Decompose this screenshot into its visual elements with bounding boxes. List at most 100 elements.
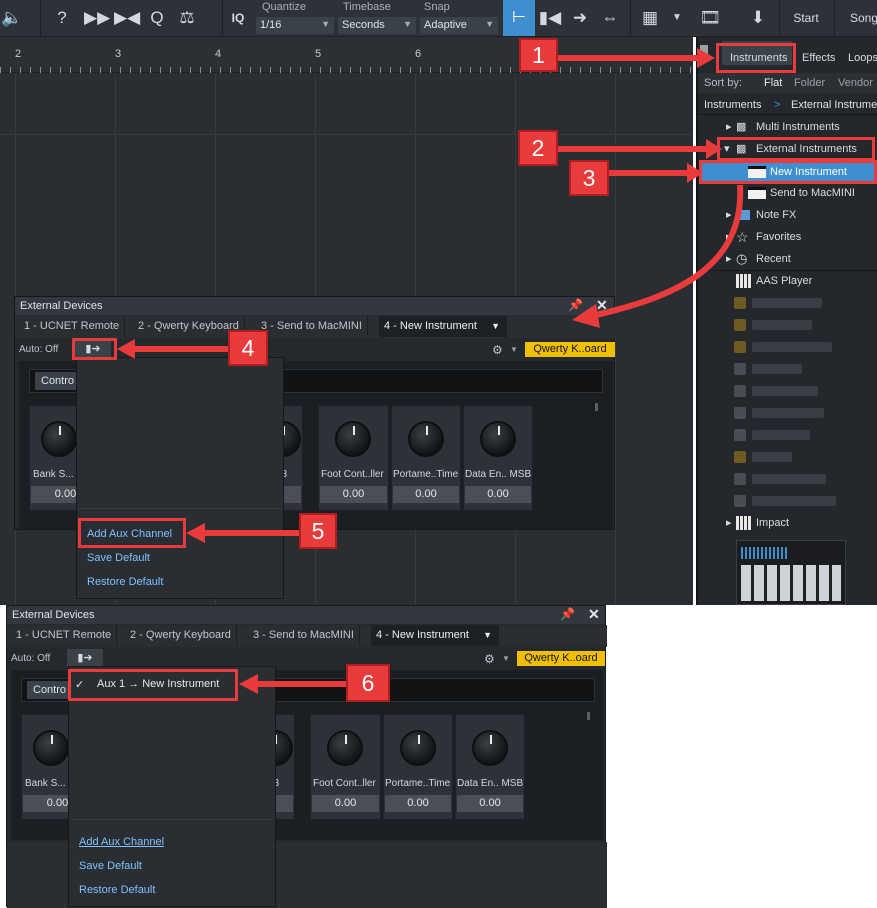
split-icon[interactable]: ⇔ (598, 6, 622, 30)
bend-marker-icon[interactable]: ▶◀ (114, 6, 140, 30)
knob[interactable] (472, 730, 508, 766)
main-toolbar: 🔈 ? ▶▶ ▶◀ Q ⚖ IQ Quantize 1/16 ▼ Timebase… (0, 0, 877, 37)
align-right-icon[interactable]: ➜ (568, 6, 592, 30)
scrollbar[interactable] (587, 712, 590, 720)
knob[interactable] (408, 421, 444, 457)
tab-label: 4 - New Instrument (384, 320, 477, 332)
download-icon[interactable]: ⬇ (746, 6, 770, 30)
tab-send-to-macmini[interactable]: 3 - Send to MacMINI (248, 625, 360, 646)
automation-status[interactable]: Auto: Off (19, 344, 58, 355)
chevron-down-icon[interactable]: ▼ (502, 654, 510, 663)
knob-value[interactable]: 0.00 (457, 795, 523, 812)
menu-save-default[interactable]: Save Default (79, 860, 142, 872)
gear-icon[interactable]: ⚙ (492, 343, 503, 357)
device-name-badge[interactable]: Qwerty K..oard (525, 342, 615, 357)
control-button[interactable]: Contro (27, 681, 73, 699)
panel-title-text: External Devices (20, 300, 103, 312)
quantize-label: Quantize (262, 1, 307, 13)
device-name-badge[interactable]: Qwerty K..oard (517, 651, 605, 666)
browser-item-multi-instruments[interactable]: ▸ ▩ Multi Instruments (698, 116, 877, 138)
grid-add-icon[interactable]: ▦ (638, 6, 662, 30)
knob[interactable] (480, 421, 516, 457)
snap-grid-icon[interactable]: ⊢ (503, 0, 535, 36)
iq-button[interactable]: IQ (228, 0, 248, 36)
chevron-down-icon[interactable]: ▼ (665, 6, 689, 30)
folder-icon: ▩ (736, 121, 747, 133)
blurred-item (752, 386, 818, 396)
knob[interactable] (41, 421, 77, 457)
knob[interactable] (33, 730, 69, 766)
pads-thumb (741, 565, 841, 601)
knob-value[interactable]: 0.00 (393, 486, 459, 503)
automation-status[interactable]: Auto: Off (11, 653, 50, 664)
tab-ucnet-remote[interactable]: 1 - UCNET Remote (11, 625, 118, 646)
knob-value[interactable]: 0.00 (312, 795, 379, 812)
ruler-mark: 6 (415, 48, 422, 60)
browser-item-label: Multi Instruments (756, 121, 840, 133)
arrow-1 (558, 55, 698, 61)
menu-divider (81, 508, 279, 509)
chevron-down-icon: ▼ (321, 19, 330, 29)
aux-routing-menu: Add Aux Channel Save Default Restore Def… (76, 357, 284, 599)
sort-flat[interactable]: Flat (764, 77, 782, 89)
film-icon[interactable]: 🎞 (698, 6, 722, 30)
timebase-select[interactable]: Seconds ▼ (338, 17, 416, 34)
highlight-instruments-tab (716, 43, 796, 73)
aux-routing-button[interactable]: ▮➜ (67, 649, 103, 667)
tab-ucnet-remote[interactable]: 1 - UCNET Remote (19, 316, 126, 337)
song-button[interactable]: Song (844, 0, 877, 36)
tab-effects[interactable]: Effects (802, 52, 835, 64)
quantize-q-icon[interactable]: Q (145, 6, 169, 30)
metronome-icon[interactable]: ⚖ (175, 6, 199, 30)
browser-item-label: Send to MacMINI (770, 187, 855, 199)
start-button[interactable]: Start (782, 0, 830, 36)
breadcrumb-current[interactable]: External Instrume (791, 99, 877, 111)
tab-new-instrument[interactable]: 4 - New Instrument ▼ (371, 625, 499, 646)
menu-add-aux-channel[interactable]: Add Aux Channel (79, 836, 164, 848)
menu-restore-default[interactable]: Restore Default (79, 884, 155, 896)
control-button[interactable]: Contro (35, 372, 81, 390)
track-divider (0, 134, 693, 135)
forward-split-icon[interactable]: ▶▶ (84, 6, 110, 30)
arrowhead-2 (706, 139, 722, 159)
help-icon[interactable]: ? (50, 6, 74, 30)
menu-save-default[interactable]: Save Default (87, 552, 150, 564)
quantize-value: 1/16 (260, 19, 282, 31)
knob[interactable] (327, 730, 363, 766)
blurred-item (752, 320, 812, 330)
knob-value[interactable]: 0.00 (465, 486, 531, 503)
panel-title: External Devices (7, 606, 605, 624)
divider (779, 0, 780, 36)
knob-value[interactable]: 0.00 (320, 486, 387, 503)
callout-badge-3: 3 (569, 160, 609, 196)
tab-send-to-macmini[interactable]: 3 - Send to MacMINI (256, 316, 368, 337)
blurred-item (752, 430, 810, 440)
browser-item-impact[interactable]: ▸ Impact (698, 512, 877, 534)
tab-qwerty-keyboard[interactable]: 2 - Qwerty Keyboard (125, 625, 237, 646)
arrow-4 (135, 346, 228, 352)
close-icon[interactable]: ✕ (588, 606, 600, 623)
snap-value: Adaptive (424, 19, 467, 31)
scrollbar[interactable] (595, 403, 598, 411)
highlight-aux-item (68, 669, 238, 701)
marker-left-icon[interactable]: ▮◀ (538, 6, 562, 30)
snap-select[interactable]: Adaptive ▼ (420, 17, 498, 34)
blurred-item (752, 474, 826, 484)
menu-restore-default[interactable]: Restore Default (87, 576, 163, 588)
sort-vendor[interactable]: Vendor (838, 77, 873, 89)
knob-value[interactable]: 0.00 (385, 795, 451, 812)
pin-icon[interactable]: 📌 (560, 607, 575, 621)
tab-loops[interactable]: Loops (848, 52, 877, 64)
sort-folder[interactable]: Folder (794, 77, 825, 89)
breadcrumb-separator: > (774, 99, 781, 111)
tab-new-instrument[interactable]: 4 - New Instrument ▼ (379, 316, 507, 337)
knob[interactable] (335, 421, 371, 457)
quantize-select[interactable]: 1/16 ▼ (256, 17, 334, 34)
speaker-icon[interactable]: 🔈 (0, 6, 24, 30)
divider (40, 0, 41, 36)
chevron-down-icon[interactable]: ▼ (510, 345, 518, 354)
gear-icon[interactable]: ⚙ (484, 652, 495, 666)
breadcrumb-root[interactable]: Instruments (704, 99, 761, 111)
knob[interactable] (400, 730, 436, 766)
blurred-item-icon (734, 385, 746, 397)
